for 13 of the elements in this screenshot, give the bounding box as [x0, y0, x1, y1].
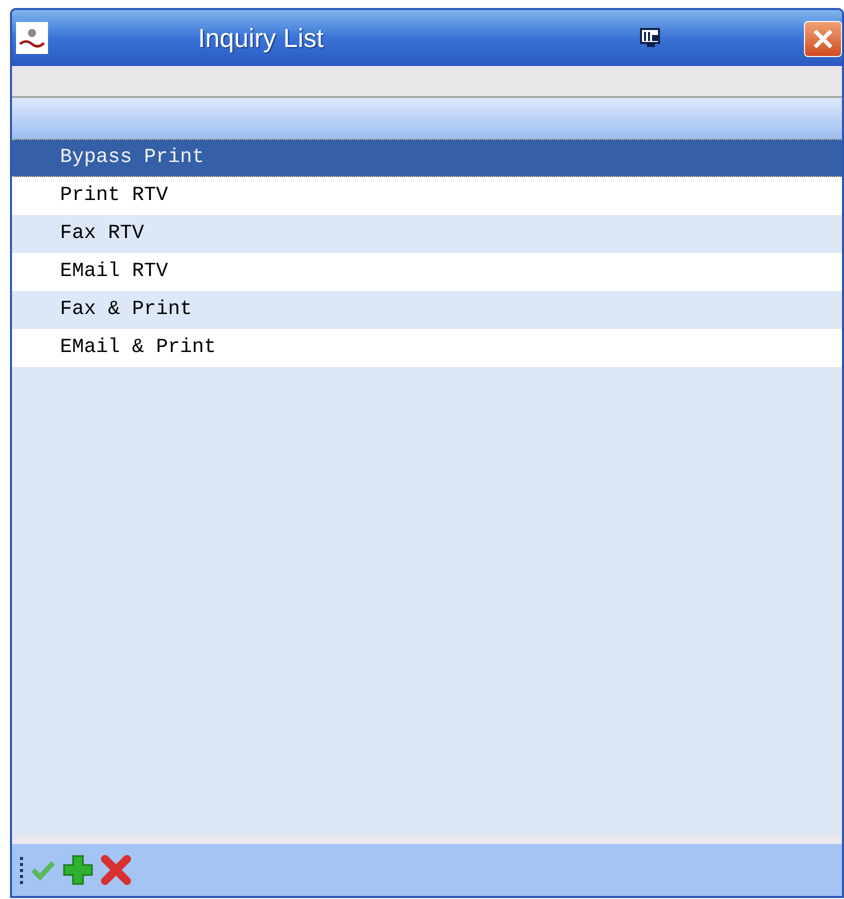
checkmark-icon[interactable]	[30, 859, 56, 881]
toolbar-grip-icon	[20, 855, 24, 885]
list-item[interactable]: Print RTV	[12, 177, 842, 215]
close-icon	[812, 28, 834, 50]
list-item[interactable]: Bypass Print	[12, 139, 842, 177]
delete-icon[interactable]	[100, 854, 132, 886]
list-item[interactable]: EMail & Print	[12, 329, 842, 367]
window-icon[interactable]	[640, 28, 662, 48]
list-item[interactable]: EMail RTV	[12, 253, 842, 291]
logo-icon	[16, 22, 48, 54]
window-title: Inquiry List	[198, 22, 324, 54]
close-button[interactable]	[804, 21, 842, 57]
plus-icon[interactable]	[62, 854, 94, 886]
